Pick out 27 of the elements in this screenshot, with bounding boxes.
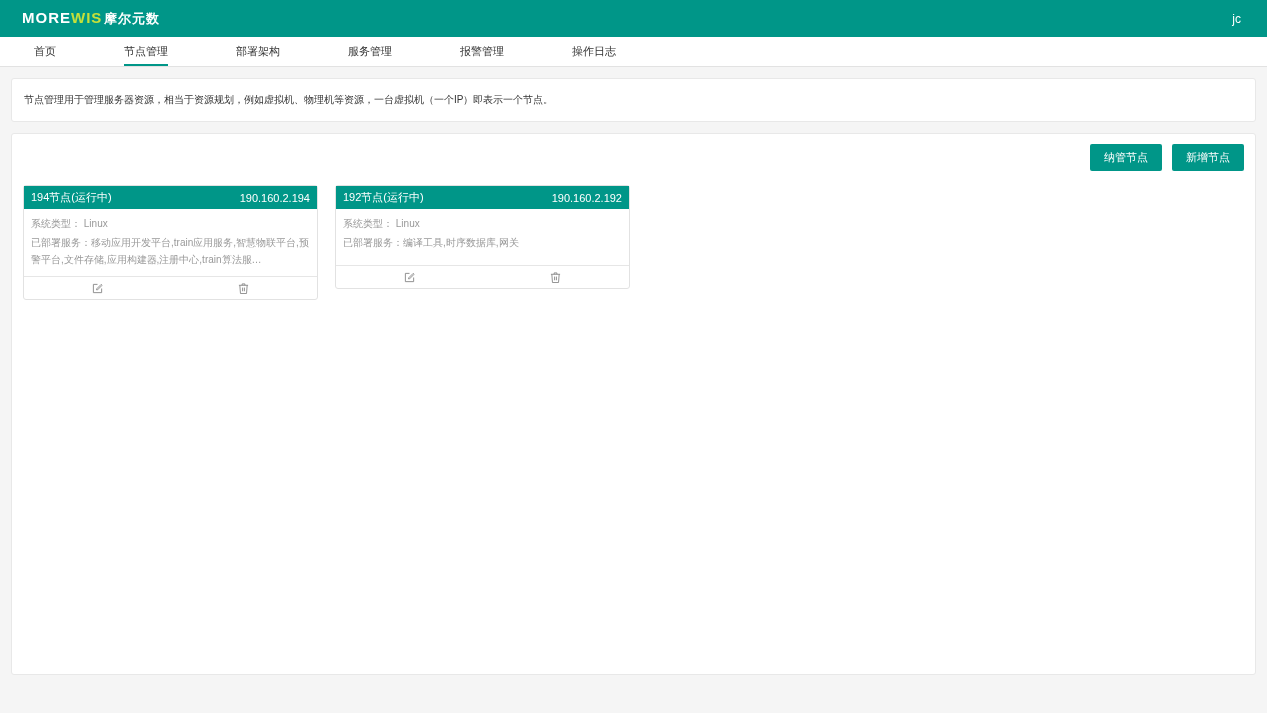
delete-button[interactable] [550,271,562,283]
delete-button[interactable] [238,282,250,294]
nav-tab[interactable]: 服务管理 [348,37,392,66]
deployed-services-text: 已部署服务：移动应用开发平台,train应用服务,智慧物联平台,预警平台,文件存储,应用构建器,注册中心,train算法服… [31,236,310,267]
nav-tab[interactable]: 首页 [34,37,56,66]
trash-icon [550,271,562,283]
node-ip: 190.160.2.194 [239,191,310,204]
trash-icon [238,282,250,294]
action-button[interactable]: 新增节点 [1172,144,1244,171]
node-name: 194节点(运行中) [31,190,112,205]
nav-tab[interactable]: 部署架构 [236,37,280,66]
logo: MOREWIS 摩尔元数 [22,9,161,28]
edit-icon [91,282,103,294]
edit-button[interactable] [403,271,415,283]
action-button[interactable]: 纳管节点 [1090,144,1162,171]
nav-tab[interactable]: 节点管理 [124,37,168,66]
edit-button[interactable] [91,282,103,294]
description-text: 节点管理用于管理服务器资源，相当于资源规划，例如虚拟机、物理机等资源，一台虚拟机（一个IP）即表示一个节点。 [11,78,1256,122]
nav-tab[interactable]: 报警管理 [460,37,504,66]
system-type-text: 系统类型： Linux [31,217,109,231]
node-ip: 190.160.2.192 [551,191,622,204]
user-name[interactable]: jc [1232,11,1241,26]
deployed-services-text: 已部署服务：编译工具,时序数据库,网关 [343,236,520,250]
nav-tab[interactable]: 操作日志 [572,37,616,66]
edit-icon [403,271,415,283]
system-type-text: 系统类型： Linux [343,217,421,231]
node-name: 192节点(运行中) [343,190,424,205]
